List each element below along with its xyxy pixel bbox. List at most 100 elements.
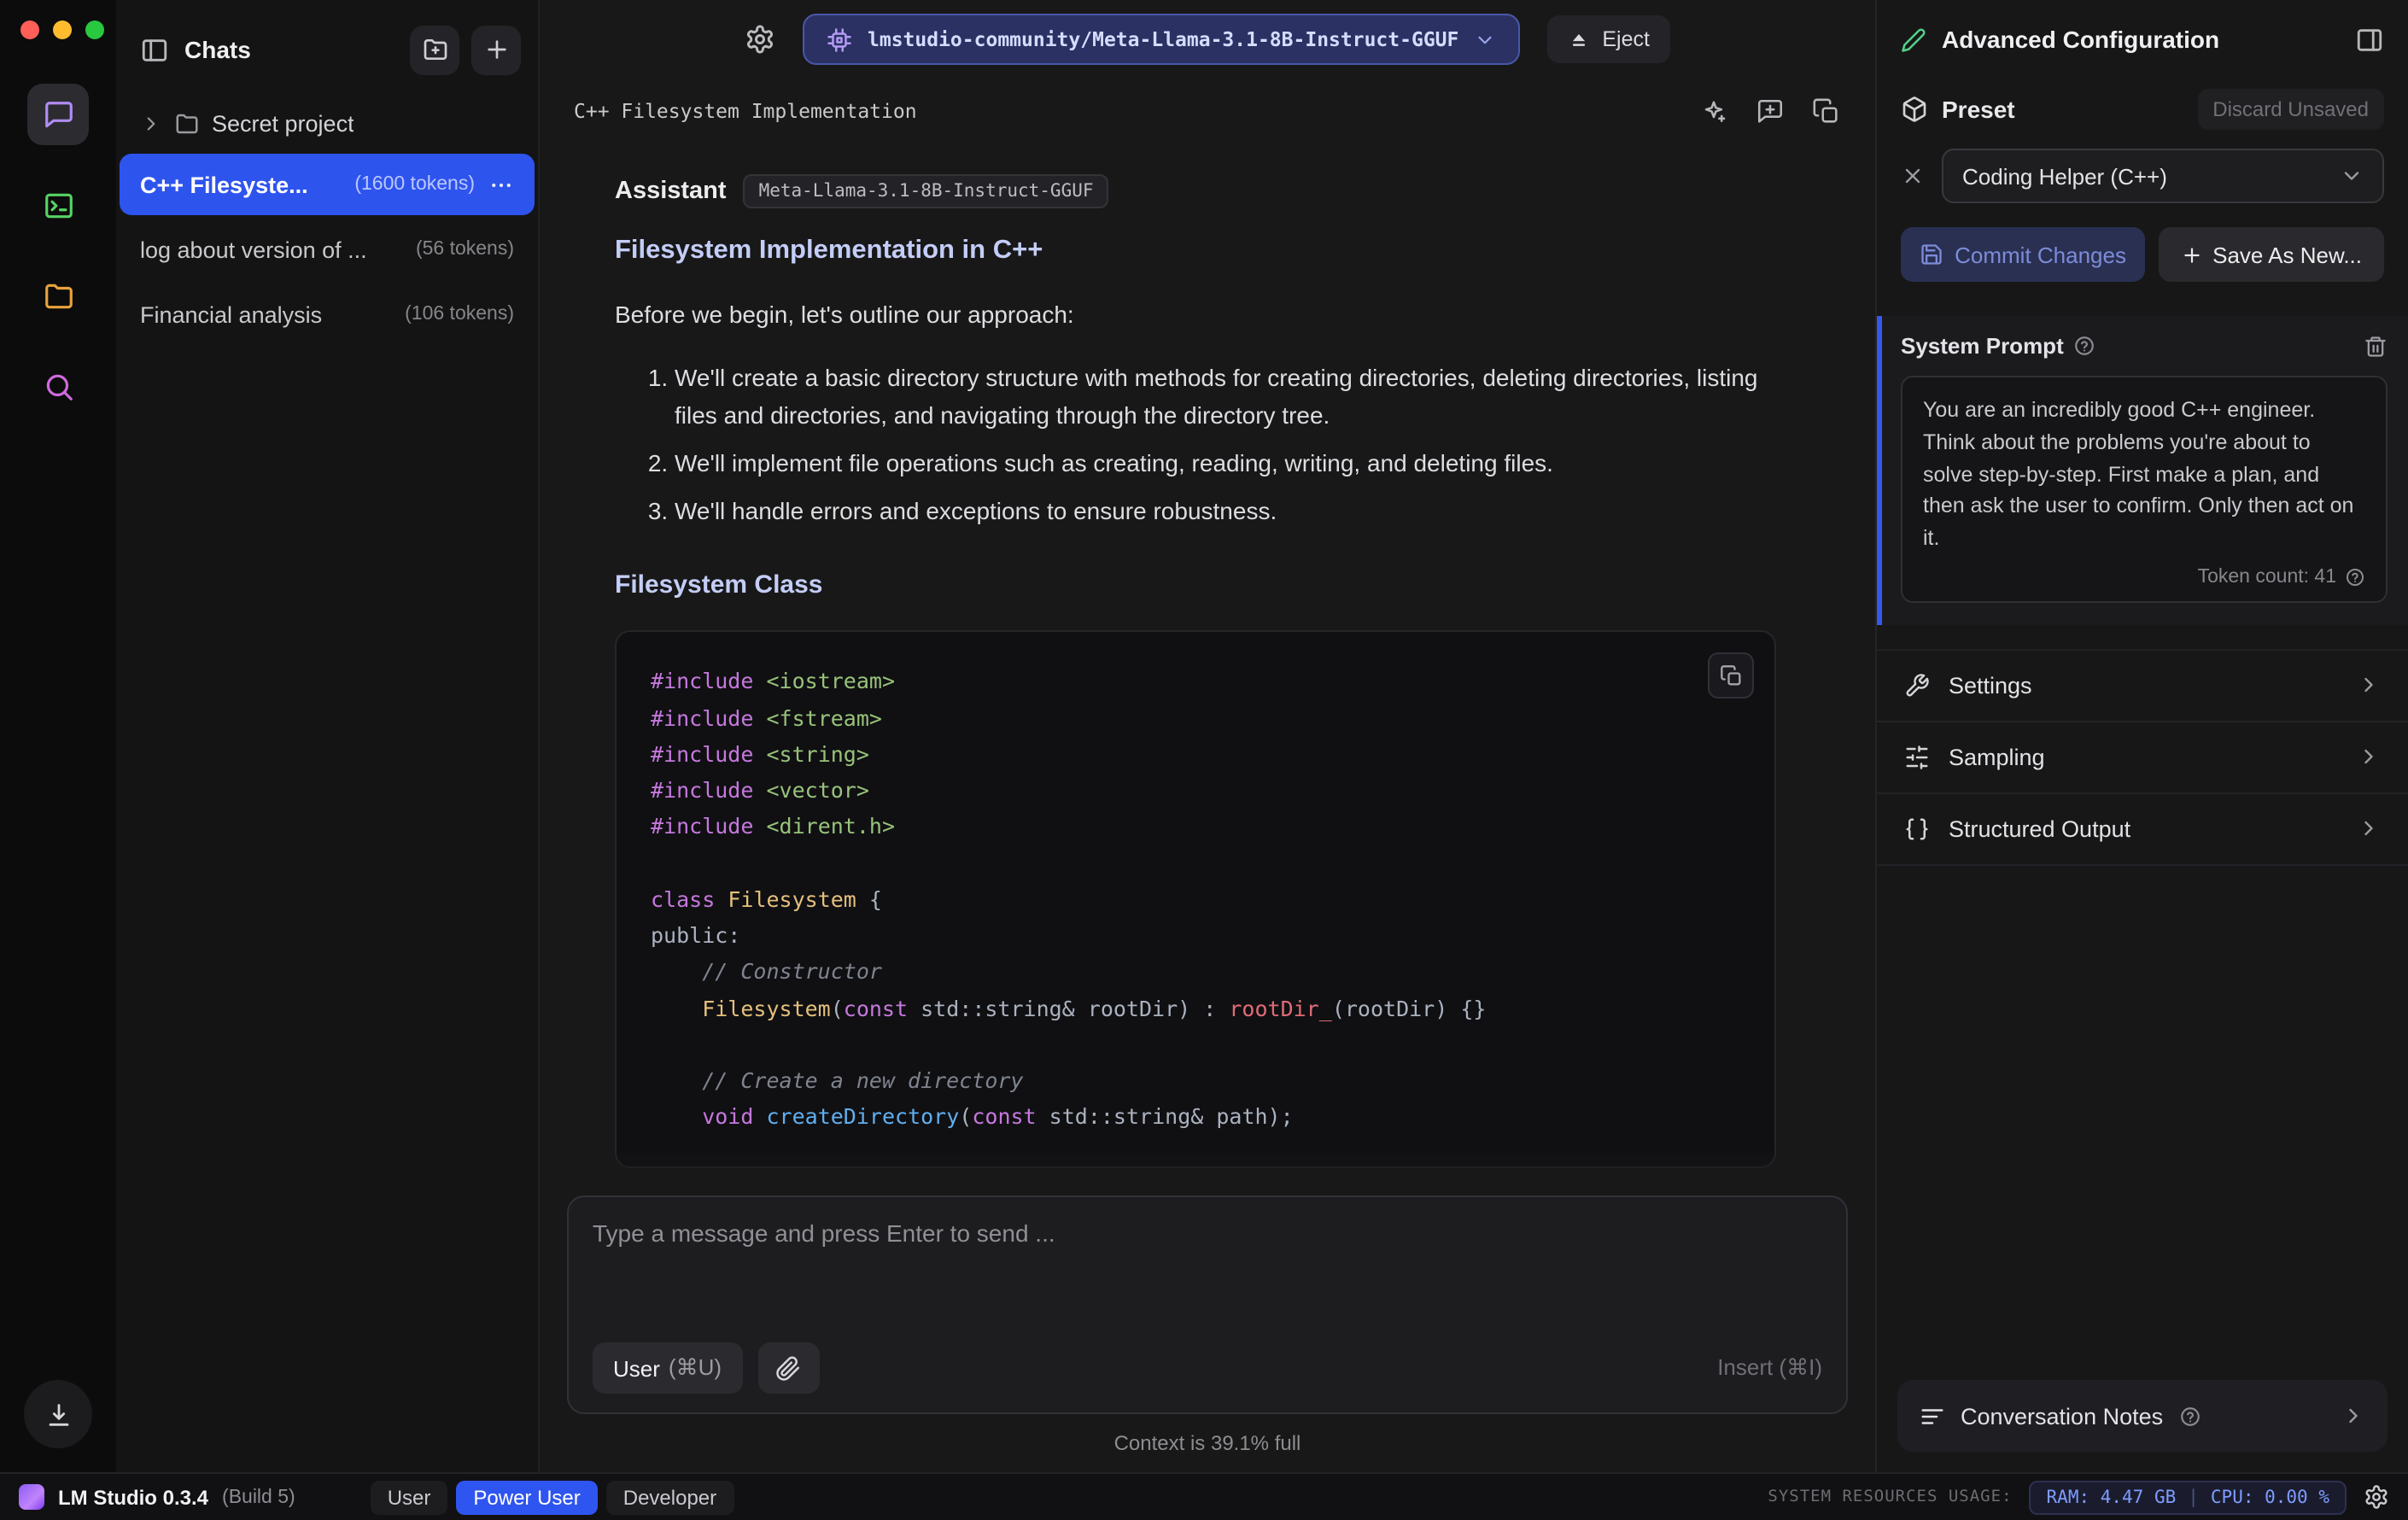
plus-icon — [2180, 243, 2202, 266]
commit-changes-button[interactable]: Commit Changes — [1901, 227, 2145, 282]
assistant-label: Assistant — [615, 178, 727, 205]
new-chat-button[interactable] — [471, 25, 521, 74]
mode-user[interactable]: User — [370, 1480, 448, 1514]
message-heading: Filesystem Implementation in C++ — [615, 236, 1043, 265]
system-prompt-editor[interactable]: You are an incredibly good C++ engineer.… — [1901, 376, 2388, 603]
chevron-right-icon — [2357, 674, 2381, 698]
conversation-scroll-area[interactable]: Assistant Meta-Llama-3.1-8B-Instruct-GGU… — [540, 143, 1875, 1196]
list-item: We'll handle errors and exceptions to en… — [675, 491, 1776, 529]
chevron-right-icon — [2357, 745, 2381, 769]
nav-rail — [0, 0, 116, 1472]
nav-chat-button[interactable] — [27, 84, 89, 145]
trash-icon[interactable] — [2364, 334, 2388, 358]
insert-button[interactable]: Insert (⌘I) — [1717, 1354, 1822, 1382]
lm-studio-window: Chats Secret project C++ Filesyste... (1… — [0, 0, 2408, 1520]
conversation-title: C++ Filesystem Implementation — [574, 99, 917, 123]
resources-usage-label: SYSTEM RESOURCES USAGE: — [1768, 1488, 2013, 1506]
zoom-window-button[interactable] — [85, 20, 104, 39]
save-as-new-button[interactable]: Save As New... — [2158, 227, 2384, 282]
chat-list-item[interactable]: C++ Filesyste... (1600 tokens) — [120, 154, 535, 215]
attach-file-button[interactable] — [757, 1342, 819, 1394]
braces-icon — [1904, 816, 1930, 842]
preset-dropdown[interactable]: Coding Helper (C++) — [1942, 149, 2384, 203]
divider: | — [2188, 1487, 2199, 1507]
system-prompt-text: You are an incredibly good C++ engineer.… — [1923, 398, 2354, 550]
chat-item-menu-icon[interactable] — [488, 172, 514, 197]
mode-power-user[interactable]: Power User — [456, 1480, 598, 1514]
chat-list: C++ Filesyste... (1600 tokens) log about… — [116, 150, 538, 348]
panel-collapse-icon[interactable] — [2355, 25, 2384, 54]
conversation-notes-label: Conversation Notes — [1961, 1403, 2164, 1429]
user-mode-switch: User Power User Developer — [370, 1480, 734, 1514]
panel-title: Advanced Configuration — [1942, 26, 2220, 53]
code-block: #include <iostream> #include <fstream> #in… — [615, 630, 1776, 1168]
token-count-label: Token count: 41 — [2197, 566, 2336, 588]
eject-icon — [1568, 28, 1590, 50]
nav-my-models-button[interactable] — [27, 265, 89, 326]
section-label: Settings — [1949, 672, 2032, 699]
sparkle-icon[interactable] — [1699, 96, 1728, 126]
folder-item-secret-project[interactable]: Secret project — [116, 96, 538, 150]
sliders-icon — [1904, 745, 1930, 770]
duplicate-icon[interactable] — [1812, 96, 1841, 126]
code-line: class Filesystem { — [651, 886, 882, 912]
message-input[interactable] — [593, 1219, 1822, 1342]
package-icon — [1901, 96, 1928, 123]
settings-gear-icon[interactable] — [2364, 1484, 2389, 1510]
code-line: #include <fstream> — [651, 704, 882, 731]
plus-icon — [482, 36, 510, 63]
mode-developer[interactable]: Developer — [605, 1480, 734, 1514]
copy-code-button[interactable] — [1708, 652, 1754, 699]
resources-usage-chip[interactable]: RAM: 4.47 GB | CPU: 0.00 % — [2029, 1480, 2347, 1514]
help-circle-icon[interactable] — [2345, 567, 2365, 588]
chat-item-label: log about version of ... — [140, 237, 367, 262]
preset-section-label: Preset — [1942, 96, 2015, 123]
loaded-model-name: lmstudio-community/Meta-Llama-3.1-8B-Ins… — [868, 27, 1459, 51]
chat-item-token-count: (1600 tokens) — [354, 174, 475, 195]
ram-usage: RAM: 4.47 GB — [2046, 1487, 2177, 1507]
new-folder-button[interactable] — [410, 25, 459, 74]
loaded-model-selector[interactable]: lmstudio-community/Meta-Llama-3.1-8B-Ins… — [803, 14, 1521, 65]
message-heading: Filesystem Class — [615, 570, 823, 600]
new-conversation-icon[interactable] — [1756, 96, 1785, 126]
chat-item-label: C++ Filesyste... — [140, 172, 308, 197]
build-label: (Build 5) — [222, 1487, 295, 1507]
conversation-titlebar: C++ Filesystem Implementation — [540, 79, 1875, 143]
cpu-usage: CPU: 0.00 % — [2210, 1487, 2329, 1507]
clear-preset-icon[interactable] — [1901, 164, 1925, 188]
eject-model-button[interactable]: Eject — [1547, 15, 1670, 63]
nav-discover-button[interactable] — [27, 355, 89, 417]
discard-unsaved-button[interactable]: Discard Unsaved — [2197, 89, 2384, 130]
help-circle-icon[interactable] — [2074, 335, 2096, 357]
model-settings-gear-icon[interactable] — [745, 24, 775, 55]
section-structured-output[interactable]: Structured Output — [1877, 794, 2408, 866]
code-line: public: — [651, 922, 741, 949]
help-circle-icon[interactable] — [2178, 1405, 2201, 1427]
chat-list-item[interactable]: Financial analysis (106 tokens) — [120, 284, 535, 345]
section-settings[interactable]: Settings — [1877, 651, 2408, 722]
code-block-content: #include <iostream> #include <fstream> #in… — [651, 664, 1740, 1136]
chat-item-token-count: (106 tokens) — [405, 304, 514, 324]
section-label: Structured Output — [1949, 816, 2131, 842]
chats-sidebar: Chats Secret project C++ Filesyste... (1… — [116, 0, 540, 1472]
folder-label: Secret project — [212, 110, 354, 136]
sidebar-toggle-icon[interactable] — [140, 35, 169, 64]
system-prompt-label: System Prompt — [1901, 333, 2064, 359]
chat-list-item[interactable]: log about version of ... (56 tokens) — [120, 219, 535, 280]
minimize-window-button[interactable] — [53, 20, 72, 39]
role-toggle-button[interactable]: User (⌘U) — [593, 1342, 742, 1394]
context-usage-status: Context is 39.1% full — [1113, 1431, 1301, 1455]
nav-developer-button[interactable] — [27, 174, 89, 236]
section-sampling[interactable]: Sampling — [1877, 722, 2408, 794]
copy-icon — [1719, 664, 1743, 688]
assistant-model-badge: Meta-Llama-3.1-8B-Instruct-GGUF — [743, 174, 1109, 208]
code-line: // Constructor — [651, 958, 882, 985]
pencil-icon — [1901, 26, 1926, 52]
downloads-button[interactable] — [24, 1380, 92, 1448]
conversation-notes-button[interactable]: Conversation Notes — [1897, 1380, 2388, 1452]
close-window-button[interactable] — [20, 20, 39, 39]
chevron-down-icon — [1474, 28, 1496, 50]
eject-button-label: Eject — [1602, 27, 1650, 51]
